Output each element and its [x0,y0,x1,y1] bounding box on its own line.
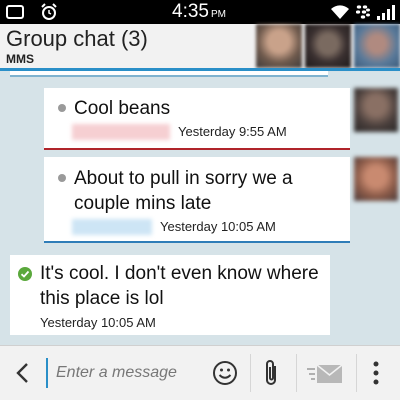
avatar[interactable] [256,24,302,68]
avatar[interactable] [305,24,351,68]
message-text-line: About to pull in sorry we a [74,168,293,189]
message-bubble[interactable]: About to pull in sorry we a couple mins … [44,157,350,243]
message-text: Cool beans [74,98,171,119]
compose-bar [0,345,400,400]
send-icon[interactable] [307,363,343,385]
sender-name [72,219,152,235]
sender-name [72,124,170,140]
unread-dot-icon [58,174,66,182]
back-chevron-icon[interactable] [12,361,34,385]
message-text-line: couple mins late [74,193,212,214]
chat-subtitle: MMS [6,52,34,66]
avatar[interactable] [354,24,400,68]
message-text-line: this place is lol [40,288,164,309]
previous-message-edge [10,71,328,77]
attachment-icon[interactable] [262,358,282,388]
message-text-line: It's cool. I don't even know where [40,263,319,284]
emoji-icon[interactable] [212,360,238,386]
sender-avatar[interactable] [354,88,398,132]
toolbar-divider [250,354,251,392]
wifi-icon [331,5,349,20]
signal-icon [377,5,395,20]
participant-avatars[interactable] [256,24,400,68]
message-bubble[interactable]: It's cool. I don't even know where this … [10,255,330,335]
status-bar: 4:35 PM [0,0,400,24]
message-time: Yesterday 10:05 AM [160,219,276,234]
blackberry-logo-icon [356,5,370,19]
chat-header[interactable]: Group chat (3) MMS [0,24,400,68]
status-clock: 4:35 PM [172,1,226,26]
message-bubble[interactable]: Cool beans Yesterday 9:55 AM [44,88,350,150]
notification-icon [6,5,24,19]
alarm-icon [41,3,57,20]
delivered-check-icon [18,267,32,281]
toolbar-divider [356,354,357,392]
chat-title: Group chat (3) [6,26,148,51]
message-thread[interactable]: Cool beans Yesterday 9:55 AM About to pu… [0,71,400,345]
unread-dot-icon [58,104,66,112]
more-options-icon[interactable] [372,360,380,386]
sender-avatar[interactable] [354,157,398,201]
clock-time: 4:35 [172,1,209,22]
message-input[interactable] [46,358,198,388]
toolbar-divider [296,354,297,392]
message-time: Yesterday 10:05 AM [40,315,156,330]
clock-ampm: PM [210,9,226,20]
message-time: Yesterday 9:55 AM [178,124,287,139]
